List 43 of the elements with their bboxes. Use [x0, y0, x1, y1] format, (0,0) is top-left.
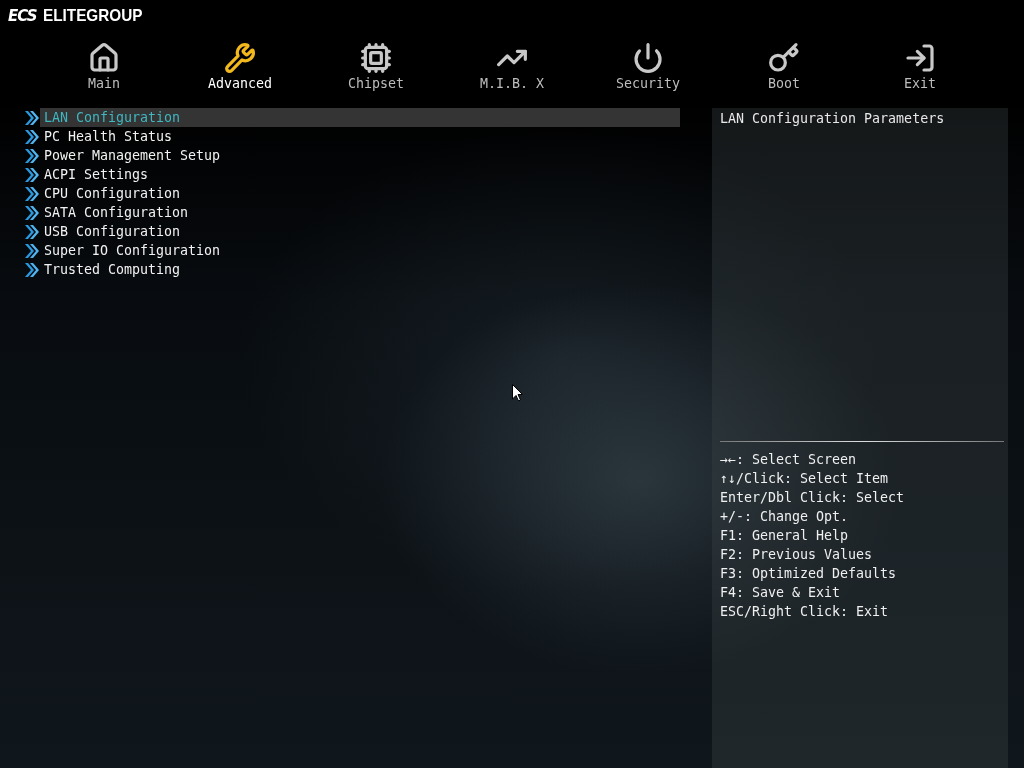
menu-item[interactable]: SATA Configuration: [40, 203, 680, 222]
logo-mark: ECS: [8, 7, 37, 25]
menu-item[interactable]: LAN Configuration: [40, 108, 680, 127]
power-icon: [632, 42, 664, 74]
menu-item[interactable]: Power Management Setup: [40, 146, 680, 165]
double-chevron-icon: [24, 242, 40, 259]
menu-item[interactable]: PC Health Status: [40, 127, 680, 146]
double-chevron-icon: [24, 109, 40, 126]
key-help-text: F3: Optimized Defaults: [720, 565, 898, 583]
menu-item[interactable]: ACPI Settings: [40, 165, 680, 184]
double-chevron-icon: [24, 147, 40, 164]
menu-item[interactable]: CPU Configuration: [40, 184, 680, 203]
key-help-text: F1: General Help: [720, 527, 850, 545]
item-description: LAN Configuration Parameters: [720, 110, 946, 128]
key-help-text: F2: Previous Values: [720, 546, 874, 564]
menu-tab[interactable]: Exit: [852, 42, 988, 91]
key-icon: [768, 42, 800, 74]
wrench-icon: [224, 42, 256, 74]
key-help-text: ↑↓/Click: Select Item: [720, 470, 890, 488]
key-help-text: F4: Save & Exit: [720, 584, 842, 602]
menu-tab[interactable]: M.I.B. X: [444, 42, 580, 91]
double-chevron-icon: [24, 204, 40, 221]
key-help-text: →←: Select Screen: [720, 451, 858, 469]
key-help-text: ESC/Right Click: Exit: [720, 603, 890, 621]
double-chevron-icon: [24, 223, 40, 240]
logo-text: ELITEGROUP: [42, 6, 142, 26]
double-chevron-icon: [24, 166, 40, 183]
key-help-text: +/-: Change Opt.: [720, 508, 850, 526]
menu-tab[interactable]: Chipset: [308, 42, 444, 91]
menu-item[interactable]: USB Configuration: [40, 222, 680, 241]
double-chevron-icon: [24, 185, 40, 202]
menu-item[interactable]: Super IO Configuration: [40, 241, 680, 260]
double-chevron-icon: [24, 261, 40, 278]
menu-tab[interactable]: Boot: [716, 42, 852, 91]
chip-icon: [360, 42, 392, 74]
mouse-pointer-icon: [512, 384, 523, 402]
key-help-text: Enter/Dbl Click: Select: [720, 489, 906, 507]
menu-item[interactable]: Trusted Computing: [40, 260, 680, 279]
menu-tab[interactable]: Advanced: [172, 42, 308, 91]
home-icon: [88, 42, 120, 74]
menu-tab[interactable]: Security: [580, 42, 716, 91]
menu-tab[interactable]: Main: [36, 42, 172, 91]
double-chevron-icon: [24, 128, 40, 145]
